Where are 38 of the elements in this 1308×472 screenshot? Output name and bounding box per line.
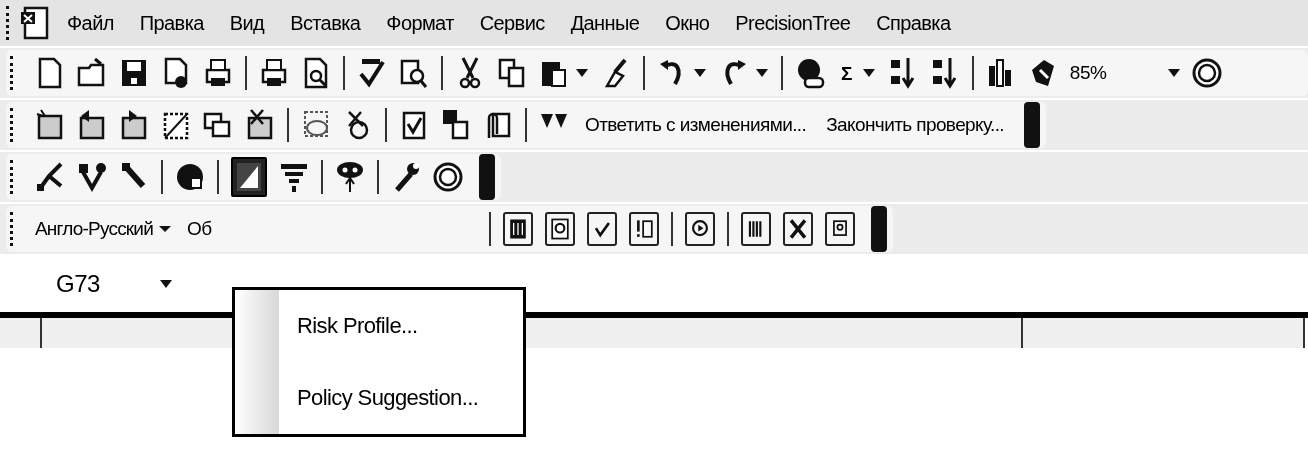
nodes-icon[interactable]: [77, 160, 107, 194]
autosum-button[interactable]: Σ: [837, 59, 856, 87]
new-comment-icon[interactable]: [35, 108, 65, 142]
delete-comment-icon[interactable]: [245, 108, 275, 142]
menu-item[interactable]: Справка: [868, 7, 959, 39]
tree-icon[interactable]: [35, 160, 65, 194]
menu-item[interactable]: Risk Profile...: [291, 309, 485, 343]
books-icon[interactable]: [741, 212, 772, 246]
menu-item[interactable]: Формат: [378, 7, 462, 39]
previous-comment-icon[interactable]: [77, 108, 107, 142]
menu-item[interactable]: Правка: [131, 7, 212, 39]
toolbar-button[interactable]: Ответить с изменениями...: [581, 110, 811, 140]
menu-item[interactable]: Окно: [657, 7, 718, 39]
menu-item[interactable]: PrecisionTree: [727, 7, 859, 39]
spreadsheet-icon[interactable]: [19, 6, 49, 40]
spelling-check-icon[interactable]: [357, 56, 387, 90]
book-icon[interactable]: [503, 212, 534, 246]
menu-item[interactable]: Policy Suggestion...: [291, 381, 485, 415]
exclamation-icon[interactable]: [629, 212, 660, 246]
menu-item[interactable]: Вид: [221, 7, 273, 39]
name-box[interactable]: G73: [56, 270, 172, 298]
toolbar-button[interactable]: Закончить проверку...: [822, 110, 1009, 140]
documents-icon[interactable]: [441, 108, 471, 142]
close-icon[interactable]: [783, 212, 814, 246]
balloon-icon[interactable]: [335, 160, 365, 194]
menu-item[interactable]: Сервис: [471, 7, 553, 39]
dictionary-dropdown[interactable]: Англо-Русский: [35, 218, 171, 240]
toolbar-options-button[interactable]: [871, 206, 888, 252]
menu-item[interactable]: Вставка: [282, 7, 369, 39]
toolbar-button[interactable]: Об: [183, 214, 216, 244]
toolbar-options-button[interactable]: [1024, 102, 1041, 148]
menu-item[interactable]: Файл: [59, 7, 122, 39]
check-icon[interactable]: [587, 212, 618, 246]
next-comment-icon[interactable]: [119, 108, 149, 142]
play-icon[interactable]: [685, 212, 716, 246]
graph-icon[interactable]: [231, 157, 267, 197]
menu-item[interactable]: Данные: [562, 7, 648, 39]
copy-icon[interactable]: [497, 56, 527, 90]
